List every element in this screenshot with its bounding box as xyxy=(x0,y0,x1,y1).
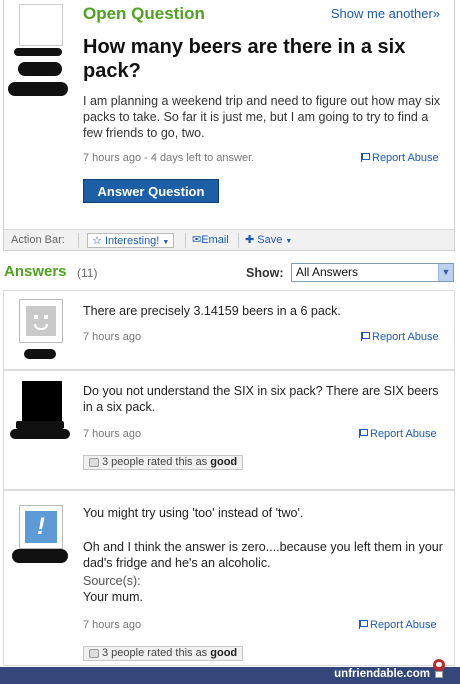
action-bar: Action Bar: ☆ Interesting! ▼ ✉Email ✚ Sa… xyxy=(4,229,454,250)
answer-item: ! You might try using 'too' instead of '… xyxy=(3,490,455,666)
plus-icon: ✚ xyxy=(245,234,255,246)
asker-name-redaction xyxy=(8,82,68,96)
answer-text: There are precisely 3.14159 beers in a 6… xyxy=(83,304,341,318)
action-bar-label: Action Bar: xyxy=(11,234,65,246)
answer-text: You might try using 'too' instead of 'tw… xyxy=(83,506,304,520)
source-text: Your mum. xyxy=(83,590,143,604)
sources-label: Source(s): xyxy=(83,574,141,588)
chevron-down-icon[interactable]: ▼ xyxy=(438,264,453,281)
answer-item: Do you not understand the SIX in six pac… xyxy=(3,370,455,490)
divider xyxy=(185,233,186,248)
answerer-name-redaction xyxy=(10,429,70,439)
question-status: Open Question xyxy=(83,4,205,23)
flag-icon xyxy=(361,332,370,341)
answer-time: 7 hours ago xyxy=(83,331,142,343)
divider xyxy=(78,233,79,248)
asker-avatar[interactable] xyxy=(19,4,63,46)
answers-heading: Answers xyxy=(4,263,67,280)
save-button[interactable]: ✚ Save ▼ xyxy=(241,233,296,248)
show-another-link[interactable]: Show me another» xyxy=(331,6,440,21)
report-abuse-link[interactable]: Report Abuse xyxy=(359,619,437,631)
report-abuse-link[interactable]: Report Abuse xyxy=(359,428,437,440)
question-title: How many beers are there in a six pack? xyxy=(83,36,406,82)
watermark-bar: unfriendable.com xyxy=(0,667,460,684)
flag-icon xyxy=(359,620,368,629)
asker-name-redaction xyxy=(14,48,62,56)
mascot-icon xyxy=(432,659,446,679)
answerer-name-redaction xyxy=(16,421,64,429)
question-body: I am planning a weekend trip and need to… xyxy=(83,94,441,140)
rating-badge: 3 people rated this as good xyxy=(83,646,244,661)
answer-time: 7 hours ago xyxy=(83,619,142,631)
exclamation-icon: ! xyxy=(25,511,57,543)
email-button[interactable]: ✉Email xyxy=(188,233,233,248)
answer-question-button[interactable]: Answer Question xyxy=(83,179,219,203)
report-abuse-link[interactable]: Report Abuse xyxy=(361,331,439,343)
answer-filter-select[interactable]: All Answers ▼ xyxy=(291,263,454,282)
answer-time: 7 hours ago xyxy=(83,428,142,440)
answer-text: Oh and I think the answer is zero....bec… xyxy=(83,540,443,570)
answerer-avatar[interactable] xyxy=(19,299,63,343)
answerer-avatar[interactable] xyxy=(22,381,62,421)
asker-name-redaction xyxy=(18,62,62,76)
thumbs-up-icon xyxy=(89,458,99,467)
question-meta: 7 hours ago - 4 days left to answer. xyxy=(83,152,255,164)
chevron-down-icon: ▼ xyxy=(285,238,293,245)
star-icon: ☆ xyxy=(92,235,102,247)
answers-count: (11) xyxy=(77,266,98,280)
question-panel: Open Question Show me another» How many … xyxy=(3,0,455,251)
divider xyxy=(238,233,239,248)
answer-item: There are precisely 3.14159 beers in a 6… xyxy=(3,290,455,370)
interesting-button[interactable]: ☆ Interesting! ▼ xyxy=(87,233,175,248)
flag-icon xyxy=(361,153,370,162)
show-label: Show: xyxy=(246,266,284,280)
report-abuse-link[interactable]: Report Abuse xyxy=(361,152,439,164)
site-watermark: unfriendable.com xyxy=(334,668,430,680)
answer-text: Do you not understand the SIX in six pac… xyxy=(83,384,439,414)
answerer-name-redaction xyxy=(12,549,68,563)
smiley-icon xyxy=(26,306,56,336)
chevron-down-icon: ▼ xyxy=(162,239,170,246)
rating-badge: 3 people rated this as good xyxy=(83,455,244,470)
answerer-name-redaction xyxy=(24,349,56,359)
thumbs-up-icon xyxy=(89,649,99,658)
envelope-icon: ✉ xyxy=(192,234,202,246)
flag-icon xyxy=(359,429,368,438)
answerer-avatar[interactable]: ! xyxy=(19,505,63,549)
